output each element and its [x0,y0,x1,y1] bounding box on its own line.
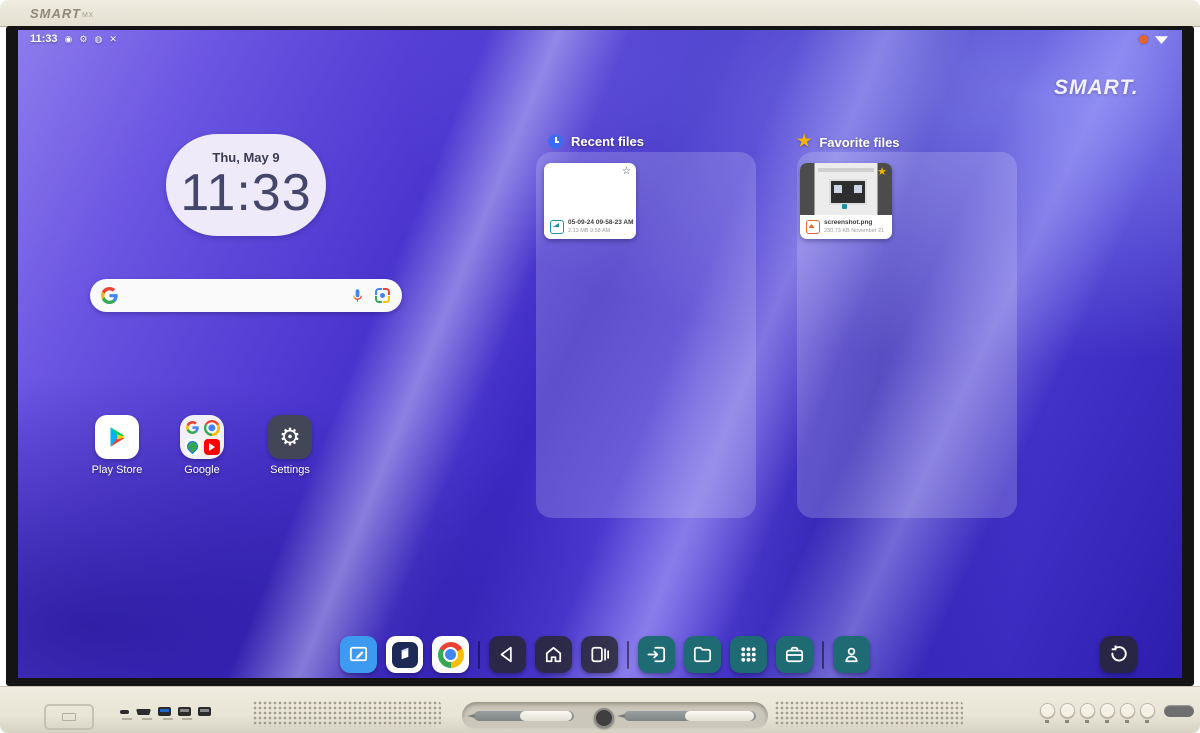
lens-icon[interactable] [375,288,390,303]
whiteboard-icon[interactable] [340,636,377,673]
recent-file-card[interactable]: ☆ 05-09-24 09-58-23 AM... 2.13 MB 9:58 A… [544,163,636,239]
clock-icon [548,134,563,149]
screen: 11:33 ◉ ⚙ ◍ ✕ SMART. Thu, May 9 11:33 [18,30,1182,678]
favorite-file-meta: 230.73 KB November 21 [824,228,884,235]
dock-divider [627,641,629,669]
toolbox-icon[interactable] [776,636,813,673]
port-label [182,718,192,720]
port-label [122,718,132,720]
play-store-icon [95,415,139,459]
top-bezel: SMART MX [0,0,1200,27]
dock [340,636,870,673]
favorite-files-header: ★ Favorite files [797,134,900,150]
clock-date: Thu, May 9 [166,150,326,165]
chrome-icon[interactable] [432,636,469,673]
google-search-bar[interactable] [90,279,402,312]
freeze-button[interactable] [1080,703,1095,718]
app-play-store[interactable]: Play Store [82,415,152,476]
input-source-icon[interactable] [638,636,675,673]
port-label [163,718,173,720]
chrome-mini-icon [204,420,220,436]
star-outline-icon[interactable]: ☆ [622,166,631,177]
onscreen-smart-logo: SMART. [1054,76,1139,100]
file-manager-icon[interactable] [684,636,721,673]
pen-tray [462,702,768,730]
port-row [120,707,211,716]
status-time: 11:33 [30,33,58,45]
recent-file-meta: 2.13 MB 9:58 AM [568,228,634,235]
bottom-bezel [0,686,1200,733]
favorite-files-title: Favorite files [819,135,899,150]
stylus-pen-right[interactable] [624,711,756,721]
smart-board-display: SMART MX 11:33 ◉ ⚙ ◍ ✕ SMART. [0,0,1200,733]
youtube-mini-icon [204,439,220,455]
app-settings[interactable]: ⚙ Settings [255,415,325,476]
usb3-port [158,707,171,716]
google-g-icon [101,287,118,304]
clock-widget[interactable]: Thu, May 9 11:33 [166,134,326,236]
left-speaker-grille [253,701,441,727]
clock-time: 11:33 [166,167,326,219]
settings-gear-icon: ⚙ [268,415,312,459]
dock-divider [822,641,824,669]
recent-files-header: Recent files [548,134,644,149]
recent-apps-icon[interactable] [581,636,618,673]
id-card-reader [44,704,94,730]
port-label [142,718,152,720]
display-frame: 11:33 ◉ ⚙ ◍ ✕ SMART. Thu, May 9 11:33 [6,26,1194,686]
screen-record-icon: ◉ [65,34,73,45]
mic-icon[interactable] [350,288,365,303]
wifi-icon [1155,34,1168,44]
star-icon: ★ [797,134,811,150]
tray-button[interactable] [594,708,614,728]
app-label: Settings [255,464,325,476]
favorite-file-name: screenshot.png [824,219,884,227]
bezel-brand-logo: SMART [30,6,81,21]
smart-player-icon[interactable] [386,636,423,673]
network-off-icon: ✕ [109,34,117,45]
whiteboard-file-icon [550,220,564,234]
hdmi-port [136,709,151,715]
maps-mini-icon [185,439,201,455]
home-hardware-button[interactable] [1120,703,1135,718]
volume-down-button[interactable] [1040,703,1055,718]
favorite-file-card[interactable]: ★ screenshot.png 230.73 KB November 21 [800,163,892,239]
right-speaker-grille [775,701,963,727]
gear-icon: ⚙ [79,34,87,45]
usb-port [178,707,191,716]
account-icon[interactable] [833,636,870,673]
app-label: Google [167,464,237,476]
back-icon[interactable] [489,636,526,673]
bezel-series-mark: MX [82,12,94,19]
ir-sensor [1164,705,1194,717]
clean-up-icon[interactable] [1100,636,1137,673]
image-file-icon [806,220,820,234]
status-bar: 11:33 ◉ ⚙ ◍ ✕ [18,30,1182,52]
home-icon[interactable] [535,636,572,673]
control-button-row [1040,703,1194,718]
recent-files-title: Recent files [571,134,644,149]
mute-button[interactable] [1100,703,1115,718]
app-label: Play Store [82,464,152,476]
app-google-folder[interactable]: Google [167,415,237,476]
recording-indicator [1139,35,1148,44]
star-filled-icon[interactable]: ★ [877,165,887,178]
dock-divider [478,641,480,669]
all-apps-icon[interactable] [730,636,767,673]
usb-c-port [120,710,129,714]
volume-up-button[interactable] [1060,703,1075,718]
power-button[interactable] [1140,703,1155,718]
location-icon: ◍ [94,34,102,45]
google-folder-icon [180,415,224,459]
recent-file-name: 05-09-24 09-58-23 AM... [568,219,634,227]
usb-port [198,707,211,716]
stylus-pen-left[interactable] [474,711,574,721]
